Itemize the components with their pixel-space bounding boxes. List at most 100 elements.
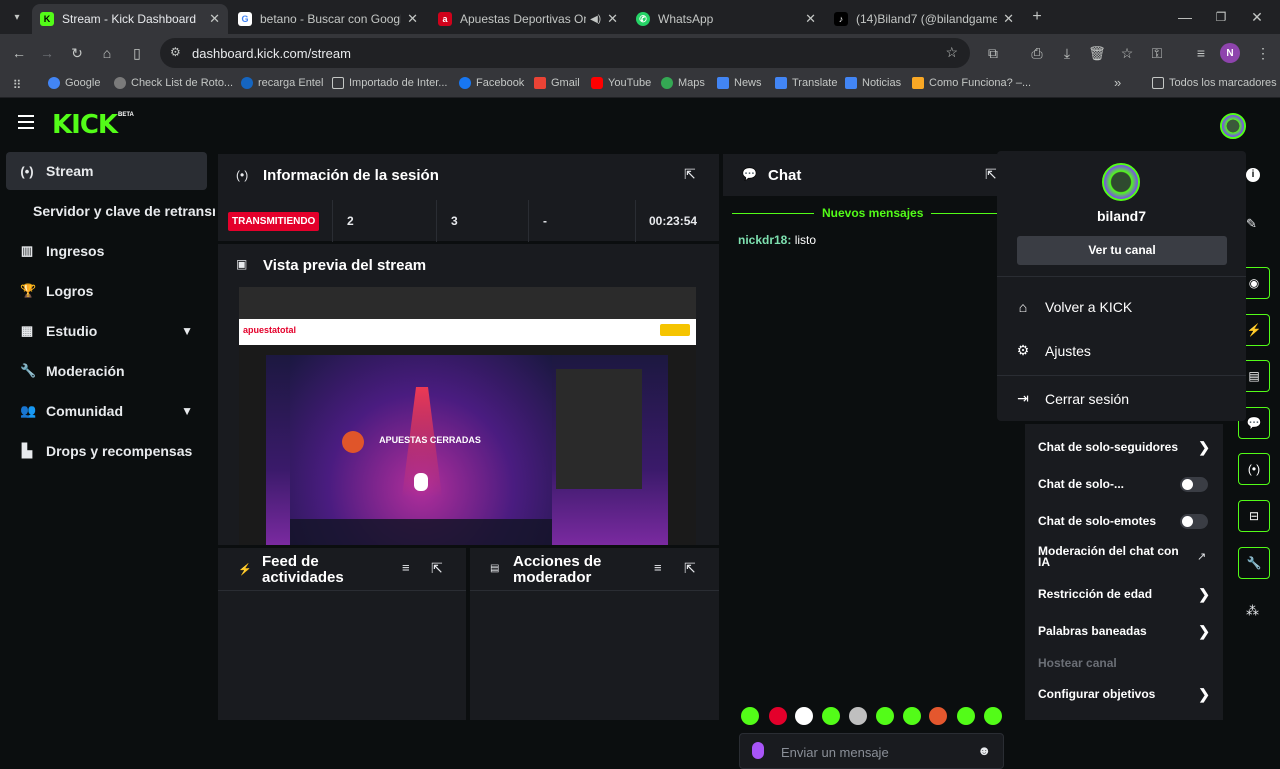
bookmark-google[interactable]: Google: [48, 77, 100, 89]
popout-icon[interactable]: ⇱: [684, 166, 696, 183]
filter-icon[interactable]: ≡: [654, 560, 662, 575]
emote-icon[interactable]: [795, 707, 813, 725]
chat-username[interactable]: nickdr18:: [738, 233, 791, 247]
dropdown-item-home[interactable]: ⌂ Volver a KICK: [1015, 299, 1235, 315]
favorites-icon[interactable]: ☆: [1116, 42, 1138, 64]
bookmark-facebook[interactable]: Facebook: [459, 77, 524, 89]
view-channel-button[interactable]: Ver tu canal: [1017, 236, 1227, 265]
popout-icon[interactable]: ⇱: [684, 560, 696, 577]
reload-icon[interactable]: ↻: [66, 42, 88, 64]
popout-icon[interactable]: ⇱: [985, 166, 997, 183]
setting-solo-toggle[interactable]: Chat de solo-...: [1038, 476, 1210, 492]
emote-icon[interactable]: [984, 707, 1002, 725]
sidebar-item-logros[interactable]: 🏆 Logros: [6, 272, 207, 310]
setting-banned-words[interactable]: Palabras baneadas ❯: [1038, 623, 1210, 639]
user-avatar[interactable]: [1220, 113, 1246, 139]
rail-wrench-button[interactable]: 🔧: [1238, 547, 1270, 579]
emoji-icon[interactable]: ☻: [977, 743, 991, 758]
filter-icon[interactable]: ≡: [402, 560, 410, 575]
home-icon[interactable]: ⌂: [96, 42, 118, 64]
edit-icon[interactable]: ✎: [1246, 216, 1257, 232]
setting-emotes-only[interactable]: Chat de solo-emotes: [1038, 513, 1210, 529]
sidebar-item-stream[interactable]: (•) Stream: [6, 152, 207, 190]
setting-ai-moderation[interactable]: Moderación del chat con IA: [1038, 545, 1188, 568]
hamburger-menu-icon[interactable]: [18, 115, 34, 129]
setting-followers-only[interactable]: Chat de solo-seguidores ❯: [1038, 439, 1210, 455]
print-icon[interactable]: ⎙: [1026, 42, 1048, 64]
external-link-icon[interactable]: ↗: [1197, 550, 1206, 563]
emote-icon[interactable]: [769, 707, 787, 725]
close-icon[interactable]: ✕: [407, 11, 418, 27]
tab-whatsapp[interactable]: ✆ WhatsApp ✕: [628, 4, 824, 34]
bookmarks-overflow[interactable]: »: [1114, 75, 1121, 90]
site-info-icon[interactable]: ⚙: [170, 45, 181, 59]
bookmark-news[interactable]: News: [717, 77, 762, 89]
key-icon[interactable]: ⚿: [1146, 42, 1168, 64]
sidebar-item-servidor[interactable]: Servidor y clave de retransm: [6, 192, 215, 230]
sidebar-item-ingresos[interactable]: ▥ Ingresos: [6, 232, 207, 270]
bookmark-star-icon[interactable]: ☆: [945, 44, 958, 61]
setting-age-restriction[interactable]: Restricción de edad ❯: [1038, 586, 1210, 602]
shapes-icon[interactable]: ⁂: [1246, 603, 1259, 619]
close-icon[interactable]: ✕: [805, 11, 816, 27]
kick-logo[interactable]: KICK: [52, 110, 118, 140]
close-icon[interactable]: ✕: [209, 11, 220, 27]
bookmark-checklist[interactable]: Check List de Roto...: [114, 77, 233, 89]
emote-icon[interactable]: [876, 707, 894, 725]
toggle-switch[interactable]: [1180, 476, 1208, 492]
bookmark-gmail[interactable]: Gmail: [534, 77, 580, 89]
stream-preview-video[interactable]: apuestatotal APUESTAS CERRADAS: [239, 287, 696, 545]
tab-betano-google[interactable]: G betano - Buscar con Google ✕: [230, 4, 426, 34]
emote-icon[interactable]: [741, 707, 759, 725]
sidepanel-icon[interactable]: ▯: [126, 42, 148, 64]
window-close-icon[interactable]: ✕: [1246, 6, 1268, 28]
microphone-icon[interactable]: [752, 742, 764, 759]
bookmark-translate[interactable]: Translate: [775, 77, 837, 89]
tab-search-icon[interactable]: ▾: [6, 6, 28, 28]
popout-icon[interactable]: ⇱: [431, 560, 443, 577]
sidebar-item-moderacion[interactable]: 🔧 Moderación: [6, 352, 207, 390]
forward-icon[interactable]: →: [36, 42, 58, 64]
dropdown-item-settings[interactable]: ⚙ Ajustes: [1015, 342, 1235, 359]
bookmark-noticias[interactable]: Noticias: [845, 77, 901, 89]
profile-avatar[interactable]: N: [1220, 43, 1240, 63]
info-icon[interactable]: i: [1246, 168, 1260, 182]
new-tab-icon[interactable]: +: [1026, 6, 1048, 28]
sidebar-item-comunidad[interactable]: 👥 Comunidad ▼: [6, 392, 207, 430]
bookmark-maps[interactable]: Maps: [661, 77, 705, 89]
sidebar-item-estudio[interactable]: ▦ Estudio ▼: [6, 312, 207, 350]
emote-icon[interactable]: [929, 707, 947, 725]
download-icon[interactable]: ⤓: [1056, 42, 1078, 64]
extensions-icon[interactable]: ⧉: [982, 42, 1004, 64]
setting-goals[interactable]: Configurar objetivos ❯: [1038, 686, 1210, 702]
apps-grid-icon[interactable]: ⠿: [6, 74, 28, 96]
emote-icon[interactable]: [822, 707, 840, 725]
dropdown-item-logout[interactable]: ⇥ Cerrar sesión: [1015, 390, 1235, 407]
bookmark-entel[interactable]: recarga Entel: [241, 77, 323, 89]
tab-apuestas[interactable]: a Apuestas Deportivas Online ◀) ✕: [430, 4, 626, 34]
all-bookmarks[interactable]: Todos los marcadores: [1152, 77, 1277, 89]
emote-icon[interactable]: [903, 707, 921, 725]
trash-icon[interactable]: 🗑: [1086, 42, 1108, 64]
minimize-icon[interactable]: —: [1174, 6, 1196, 28]
tab-tiktok[interactable]: ♪ (14)Biland7 (@bilandgamer) | T ✕: [826, 4, 1022, 34]
bookmark-youtube[interactable]: YouTube: [591, 77, 651, 89]
emote-icon[interactable]: [957, 707, 975, 725]
media-icon[interactable]: ≡: [1190, 42, 1212, 64]
bookmark-como-funciona[interactable]: Como Funciona? –...: [912, 77, 1031, 89]
chat-input[interactable]: Enviar un mensaje ☻: [739, 733, 1004, 769]
sidebar-item-drops[interactable]: ▙ Drops y recompensas: [6, 432, 207, 470]
rail-broadcast-button[interactable]: (•): [1238, 453, 1270, 485]
bookmark-folder-imported[interactable]: Importado de Inter...: [332, 77, 447, 89]
speaker-icon[interactable]: ◀): [590, 14, 601, 25]
maximize-icon[interactable]: ❐: [1210, 6, 1232, 28]
menu-icon[interactable]: ⋮: [1252, 42, 1274, 64]
back-icon[interactable]: ←: [8, 42, 30, 64]
tab-kick-dashboard[interactable]: K Stream - Kick Dashboard ✕: [32, 4, 228, 34]
close-icon[interactable]: ✕: [1003, 11, 1014, 27]
emote-icon[interactable]: [849, 707, 867, 725]
close-icon[interactable]: ✕: [607, 11, 618, 27]
rail-layout-button[interactable]: ⊟: [1238, 500, 1270, 532]
toggle-switch[interactable]: [1180, 513, 1208, 529]
address-bar[interactable]: ⚙ dashboard.kick.com/stream ☆: [160, 38, 970, 68]
